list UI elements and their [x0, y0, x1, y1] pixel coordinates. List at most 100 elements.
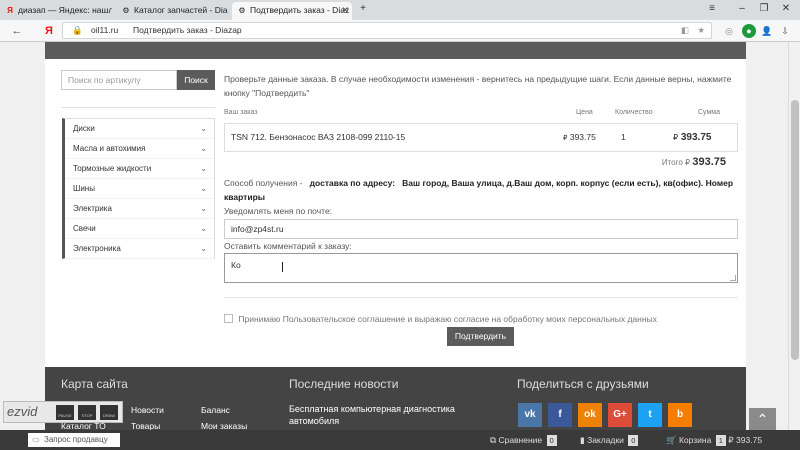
- yandex-icon: Я: [7, 6, 13, 15]
- comment-textarea[interactable]: Ко: [224, 253, 738, 283]
- stop-button[interactable]: STOP: [78, 405, 96, 420]
- category-item[interactable]: Диски ⌄: [65, 119, 214, 139]
- extension-icon[interactable]: ◎: [722, 24, 736, 38]
- footer-link-balance[interactable]: Баланс: [201, 405, 230, 415]
- footer-link-news[interactable]: Новости: [131, 405, 164, 415]
- bookmarks-count: 0: [628, 435, 639, 446]
- tab-title: Каталог запчастей - Diazap: [134, 5, 228, 15]
- confirm-button[interactable]: Подтвердить: [447, 327, 514, 346]
- sum-header: Сумма: [698, 109, 720, 116]
- diazap-icon: ⚙: [122, 6, 130, 15]
- resize-handle[interactable]: [730, 275, 736, 281]
- chevron-down-icon: ⌄: [200, 224, 207, 233]
- scrollbar-thumb[interactable]: [791, 100, 799, 360]
- user-icon[interactable]: 👤: [760, 24, 774, 38]
- twitter-icon[interactable]: t: [638, 403, 662, 427]
- item-name: TSN 712. Бензонасос ВАЗ 2108-099 2110-15: [231, 132, 406, 142]
- tab-confirm-order[interactable]: ⚙ Подтвердить заказ - Diaz ✕: [232, 2, 352, 20]
- comment-text: Ко: [231, 260, 241, 270]
- cart-link[interactable]: 🛒 Корзина 1 ₽ 393.75: [666, 430, 762, 450]
- order-header: Ваш заказ: [224, 109, 258, 116]
- chevron-down-icon: ⌄: [200, 204, 207, 213]
- tab-title: диазап — Яндекс: нашлось: [18, 5, 112, 15]
- close-window-icon[interactable]: ✕: [779, 0, 793, 18]
- diazap-icon: ⚙: [238, 6, 246, 15]
- category-item[interactable]: Электроника ⌄: [65, 239, 214, 259]
- seller-request-button[interactable]: ▭ Запрос продавцу: [28, 433, 120, 447]
- order-total: Итого ₽ 393.75: [661, 156, 726, 168]
- chevron-down-icon: ⌄: [200, 244, 207, 253]
- minimize-icon[interactable]: –: [735, 0, 749, 18]
- site-footer: Карта сайта Последние новости Поделиться…: [45, 367, 746, 430]
- url-field[interactable]: 🔒 oil11.ru Подтвердить заказ - Diazap ◧ …: [62, 22, 712, 39]
- text-cursor: [282, 262, 283, 272]
- category-menu: Диски ⌄ Масла и автохимия ⌄ Тормозные жидк…: [62, 118, 215, 259]
- yandex-logo[interactable]: Я: [42, 23, 56, 39]
- url-domain: oil11.ru: [91, 25, 119, 35]
- sitemap-title: Карта сайта: [61, 377, 128, 391]
- green-extension-icon[interactable]: ●: [742, 24, 756, 38]
- download-icon[interactable]: ⇩: [778, 24, 792, 38]
- tab-catalog[interactable]: ⚙ Каталог запчастей - Diazap: [116, 2, 228, 20]
- ezvid-logo: ezvid: [7, 404, 38, 419]
- draw-button[interactable]: DRAW: [100, 405, 118, 420]
- footer-link-products[interactable]: Товары: [131, 421, 160, 430]
- search-button[interactable]: Поиск: [177, 70, 215, 90]
- share-title: Поделиться с друзьями: [517, 377, 649, 391]
- sidebar-divider: [62, 107, 215, 108]
- star-icon[interactable]: ★: [697, 23, 705, 38]
- category-item[interactable]: Шины ⌄: [65, 179, 214, 199]
- news-item[interactable]: Бесплатная компьютерная диагностика авто…: [289, 403, 489, 427]
- browser-tab-bar: Я диазап — Яндекс: нашлось ⚙ Каталог зап…: [0, 0, 800, 20]
- price-header: Цена: [576, 109, 593, 116]
- item-price: ₽ 393.75: [563, 132, 596, 142]
- category-item[interactable]: Электрика ⌄: [65, 199, 214, 219]
- category-item[interactable]: Свечи ⌄: [65, 219, 214, 239]
- qty-header: Количество: [615, 109, 653, 116]
- chevron-down-icon: ⌄: [200, 164, 207, 173]
- tab-yandex[interactable]: Я диазап — Яндекс: нашлось: [0, 2, 112, 20]
- maximize-icon[interactable]: ❐: [757, 0, 771, 18]
- close-icon[interactable]: ✕: [341, 2, 349, 19]
- blogger-icon[interactable]: b: [668, 403, 692, 427]
- item-sum: ₽ 393.75: [673, 132, 712, 143]
- menu-icon[interactable]: ≡: [705, 0, 719, 18]
- ezvid-recorder-widget: ezvid PAUSE STOP DRAW: [3, 401, 123, 423]
- google-plus-icon[interactable]: G+: [608, 403, 632, 427]
- vk-icon[interactable]: vk: [518, 403, 542, 427]
- pause-button[interactable]: PAUSE: [56, 405, 74, 420]
- order-item-row: TSN 712. Бензонасос ВАЗ 2108-099 2110-15…: [224, 123, 738, 152]
- category-item[interactable]: Тормозные жидкости ⌄: [65, 159, 214, 179]
- chat-icon: ▭: [32, 435, 40, 444]
- agree-checkbox[interactable]: [224, 314, 233, 323]
- url-page-title: Подтвердить заказ - Diazap: [133, 25, 242, 35]
- chevron-down-icon: ⌄: [200, 124, 207, 133]
- compare-count: 0: [546, 435, 557, 446]
- scroll-to-top-button[interactable]: ⌃: [749, 408, 776, 430]
- article-search-input[interactable]: Поиск по артикулу: [61, 70, 177, 90]
- page-header-strip: [45, 42, 746, 59]
- comment-label: Оставить комментарий к заказу:: [224, 241, 352, 251]
- compare-link[interactable]: ⧉ Сравнение 0: [490, 430, 557, 450]
- translate-icon[interactable]: ◧: [681, 23, 689, 38]
- odnoklassniki-icon[interactable]: ok: [578, 403, 602, 427]
- sticky-bottom-bar: ▭ Запрос продавцу ⧉ Сравнение 0 ▮ Заклад…: [0, 430, 800, 450]
- item-qty: 1: [621, 132, 626, 142]
- checkout-notice: Проверьте данные заказа. В случае необхо…: [224, 74, 732, 98]
- chevron-down-icon: ⌄: [200, 144, 207, 153]
- cart-count: 1: [715, 435, 726, 446]
- page-scrollbar[interactable]: [788, 42, 800, 430]
- footer-link-orders[interactable]: Мои заказы: [201, 421, 247, 430]
- user-agreement-link[interactable]: Пользовательское соглашение и выражаю со…: [283, 314, 657, 324]
- category-item[interactable]: Масла и автохимия ⌄: [65, 139, 214, 159]
- bookmarks-link[interactable]: ▮ Закладки 0: [580, 430, 639, 450]
- chevron-down-icon: ⌄: [200, 184, 207, 193]
- back-icon[interactable]: ←: [10, 23, 24, 39]
- email-field[interactable]: info@zp4st.ru: [224, 219, 738, 239]
- address-bar: ← Я 🔒 oil11.ru Подтвердить заказ - Diaza…: [0, 20, 800, 42]
- facebook-icon[interactable]: f: [548, 403, 572, 427]
- agreement: Принимаю Пользовательское соглашение и в…: [224, 314, 657, 324]
- new-tab-button[interactable]: +: [356, 0, 370, 18]
- compare-icon: ⧉: [490, 435, 497, 445]
- news-title: Последние новости: [289, 377, 399, 391]
